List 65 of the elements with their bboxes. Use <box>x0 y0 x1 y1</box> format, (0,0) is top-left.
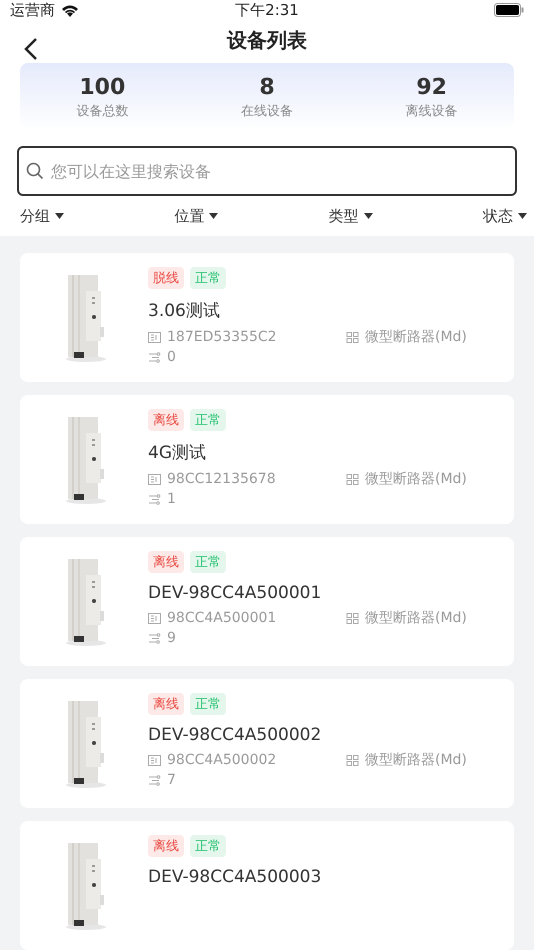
status-tag: 离线 <box>148 551 184 573</box>
grid-icon <box>346 474 359 484</box>
stat-label: 在线设备 <box>240 102 293 120</box>
device-name: DEV-98CC4A500001 <box>148 583 322 603</box>
channel-count: 9 <box>167 630 176 646</box>
status-tag: 脱线 <box>148 267 184 289</box>
filter-dropdown[interactable]: 分组 <box>20 206 64 226</box>
device-id: 98CC4A500002 <box>167 752 276 768</box>
device-name: DEV-98CC4A500003 <box>148 867 322 887</box>
route-icon <box>148 352 161 362</box>
route-icon <box>148 774 161 786</box>
channel-count: 7 <box>167 772 176 788</box>
filter-dropdown[interactable]: 状态 <box>482 206 527 226</box>
wifi-icon <box>61 4 79 17</box>
device-id: 98CC4A500001 <box>167 610 276 626</box>
device-card[interactable]: 离线 正常 DEV-98CC4A500003 <box>20 821 514 950</box>
device-id: 98CC12135678 <box>167 471 276 487</box>
channel-count: 0 <box>167 349 176 365</box>
status-time: 下午2:31 <box>235 0 299 20</box>
status-tag: 正常 <box>190 835 226 857</box>
id-card-icon <box>148 754 161 766</box>
device-type: 微型断路器(Md) <box>365 328 467 346</box>
stat-label: 离线设备 <box>406 102 458 120</box>
route-icon <box>148 632 161 644</box>
carrier-name: 运营商 <box>10 0 55 20</box>
search-icon <box>26 162 44 180</box>
stat-value: 8 <box>259 74 275 100</box>
device-name: 4G测试 <box>148 442 207 464</box>
grid-icon <box>346 754 359 766</box>
caret-icon <box>209 213 218 220</box>
device-type: 微型断路器(Md) <box>365 751 467 769</box>
caret-icon <box>364 213 373 220</box>
status-tag: 正常 <box>190 693 226 715</box>
search-field[interactable]: 您可以在这里搜索设备 <box>17 146 517 196</box>
status-tag: 离线 <box>148 409 184 431</box>
route-icon <box>148 494 161 504</box>
stat-value: 92 <box>416 74 447 100</box>
grid-icon <box>346 332 359 342</box>
id-card-icon <box>148 474 161 484</box>
battery-icon <box>494 3 524 18</box>
grid-icon <box>346 612 359 624</box>
status-tag: 正常 <box>190 409 226 431</box>
device-name: DEV-98CC4A500002 <box>148 725 322 745</box>
status-tag: 正常 <box>190 267 226 289</box>
id-card-icon <box>148 612 161 624</box>
filter-dropdown[interactable]: 类型 <box>328 206 373 226</box>
filter-dropdown[interactable]: 位置 <box>174 206 218 226</box>
device-name: 3.06测试 <box>148 300 221 322</box>
device-type: 微型断路器(Md) <box>365 609 467 627</box>
device-card[interactable]: 离线 正常 DEV-98CC4A500002 98CC4A500002 微型断路器(Md) 7 <box>20 679 514 808</box>
id-card-icon <box>148 332 161 342</box>
caret-icon <box>518 213 527 220</box>
device-id: 187ED53355C2 <box>167 329 277 345</box>
device-card[interactable]: 离线 正常 DEV-98CC4A500001 98CC4A500001 微型断路器(Md) 9 <box>20 537 514 666</box>
device-card[interactable]: 脱线 正常 3.06测试 187ED53355C2 微型断路器(Md) 0 <box>20 253 514 382</box>
channel-count: 1 <box>167 491 176 507</box>
caret-icon <box>55 213 64 220</box>
stat-label: 设备总数 <box>76 102 128 120</box>
status-tag: 正常 <box>190 551 226 573</box>
device-type: 微型断路器(Md) <box>365 470 467 488</box>
page-title: 设备列表 <box>227 26 307 54</box>
status-tag: 离线 <box>148 693 184 715</box>
stat-value: 100 <box>79 74 126 100</box>
device-card[interactable]: 离线 正常 4G测试 98CC12135678 微型断路器(Md) 1 <box>20 395 514 524</box>
status-tag: 离线 <box>148 835 184 857</box>
